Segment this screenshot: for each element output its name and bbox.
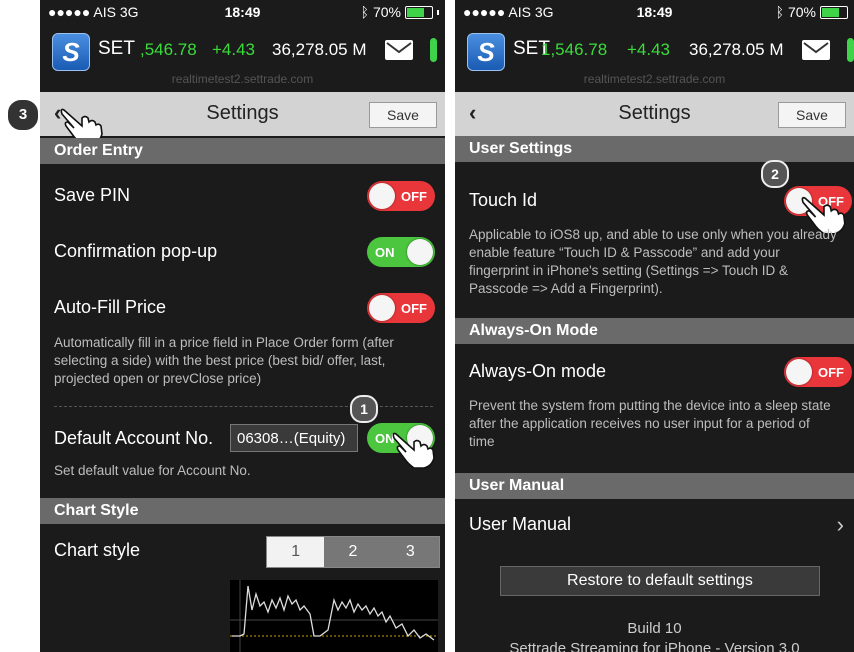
battery-icon xyxy=(820,5,848,19)
always-on-header: Always-On Mode xyxy=(455,318,854,344)
autofill-description: Automatically fill in a price field in P… xyxy=(54,335,394,386)
bluetooth-icon: ᛒ xyxy=(360,4,369,20)
ticker-change: +4.43 xyxy=(212,40,256,59)
preview-chart-graphic xyxy=(230,580,438,652)
set-logo-text: SET xyxy=(98,38,135,59)
touch-id-description: Applicable to iOS8 up, and able to use o… xyxy=(469,227,837,296)
ticker-change: +4.43 xyxy=(627,40,671,59)
mail-icon[interactable] xyxy=(385,40,413,60)
default-account-label: Default Account No. xyxy=(54,428,214,448)
chart-style-segmented-control[interactable]: 1 2 3 xyxy=(266,536,440,568)
step-2-badge: 2 xyxy=(761,160,789,188)
default-account-select[interactable]: 06308…(Equity) xyxy=(230,424,358,452)
save-pin-label: Save PIN xyxy=(54,185,131,205)
user-manual-label: User Manual xyxy=(469,514,572,534)
ticker-volume: 36,278.05 M xyxy=(689,40,784,59)
toggle-knob xyxy=(369,295,395,321)
autofill-label: Auto-Fill Price xyxy=(54,297,167,317)
step-3-badge: 3 xyxy=(6,98,40,132)
mail-icon[interactable] xyxy=(802,40,830,60)
order-entry-header: Order Entry xyxy=(40,138,445,164)
toggle-state: ON xyxy=(375,245,395,260)
version-text: Settrade Streaming for iPhone - Version … xyxy=(509,640,800,652)
toggle-knob xyxy=(786,359,812,385)
toggle-knob xyxy=(407,239,433,265)
battery-percent: 70% xyxy=(372,4,401,20)
user-manual-header: User Manual xyxy=(455,473,854,499)
confirmation-label: Confirmation pop-up xyxy=(54,241,218,261)
status-right: ᛒ 70% xyxy=(776,4,848,20)
battery-icon xyxy=(405,5,433,19)
save-pin-toggle[interactable]: OFF xyxy=(367,181,435,211)
save-button[interactable]: Save xyxy=(369,102,437,128)
build-text: Build 10 xyxy=(627,620,682,637)
bluetooth-icon: ᛒ xyxy=(775,4,784,20)
ticker-index: 1,546.78 xyxy=(541,40,608,59)
touch-id-label: Touch Id xyxy=(469,190,538,210)
default-account-description: Set default value for Account No. xyxy=(54,463,251,478)
market-ticker[interactable]: S SET 1,546.78 +4.43 36,278.05 M realtim… xyxy=(455,30,854,88)
chart-style-option-2[interactable]: 2 xyxy=(324,537,382,567)
market-ticker[interactable]: S SET ,546.78 +4.43 36,278.05 M realtime… xyxy=(40,30,445,88)
autofill-toggle[interactable]: OFF xyxy=(367,293,435,323)
status-bar: ●●●●● AIS 3G 18:49 ᛒ 70% xyxy=(40,0,445,22)
user-settings-header: User Settings xyxy=(455,136,854,162)
confirmation-toggle[interactable]: ON xyxy=(367,237,435,267)
status-bar: ●●●●● AIS 3G 18:49 ᛒ 70% xyxy=(455,0,854,22)
connection-indicator xyxy=(430,38,437,62)
chart-style-header: Chart Style xyxy=(40,498,445,524)
battery-percent: 70% xyxy=(787,4,816,20)
user-manual-row[interactable]: User Manual › xyxy=(455,500,854,550)
ticker-index: ,546.78 xyxy=(140,40,197,59)
left-phone-screen: ●●●●● AIS 3G 18:49 ᛒ 70% S SET ,546.78 +… xyxy=(40,0,445,652)
connection-indicator xyxy=(847,38,854,62)
chart-style-option-1[interactable]: 1 xyxy=(267,537,325,567)
toggle-state: OFF xyxy=(401,301,427,316)
restore-default-button[interactable]: Restore to default settings xyxy=(500,566,820,596)
nav-bar: ‹ Settings Save xyxy=(455,92,854,136)
battery-tip xyxy=(437,9,439,15)
toggle-state: OFF xyxy=(818,365,844,380)
chart-style-preview xyxy=(230,580,438,652)
ticker-volume: 36,278.05 M xyxy=(272,40,367,59)
set-logo-icon: S xyxy=(467,33,505,71)
chart-style-label: Chart style xyxy=(54,540,141,560)
always-on-toggle[interactable]: OFF xyxy=(784,357,852,387)
toggle-knob xyxy=(369,183,395,209)
chart-style-option-3[interactable]: 3 xyxy=(381,537,439,567)
save-button[interactable]: Save xyxy=(778,102,846,128)
chevron-right-icon: › xyxy=(836,512,844,537)
step-1-badge: 1 xyxy=(350,395,378,423)
always-on-description: Prevent the system from putting the devi… xyxy=(469,398,831,449)
right-phone-screen: ●●●●● AIS 3G 18:49 ᛒ 70% S SET 1,546.78 … xyxy=(455,0,854,652)
status-right: ᛒ 70% xyxy=(361,4,439,20)
server-domain: realtimetest2.settrade.com xyxy=(171,72,314,86)
toggle-state: OFF xyxy=(401,189,427,204)
set-logo-icon: S xyxy=(52,33,90,71)
always-on-label: Always-On mode xyxy=(469,361,607,381)
server-domain: realtimetest2.settrade.com xyxy=(583,72,726,86)
